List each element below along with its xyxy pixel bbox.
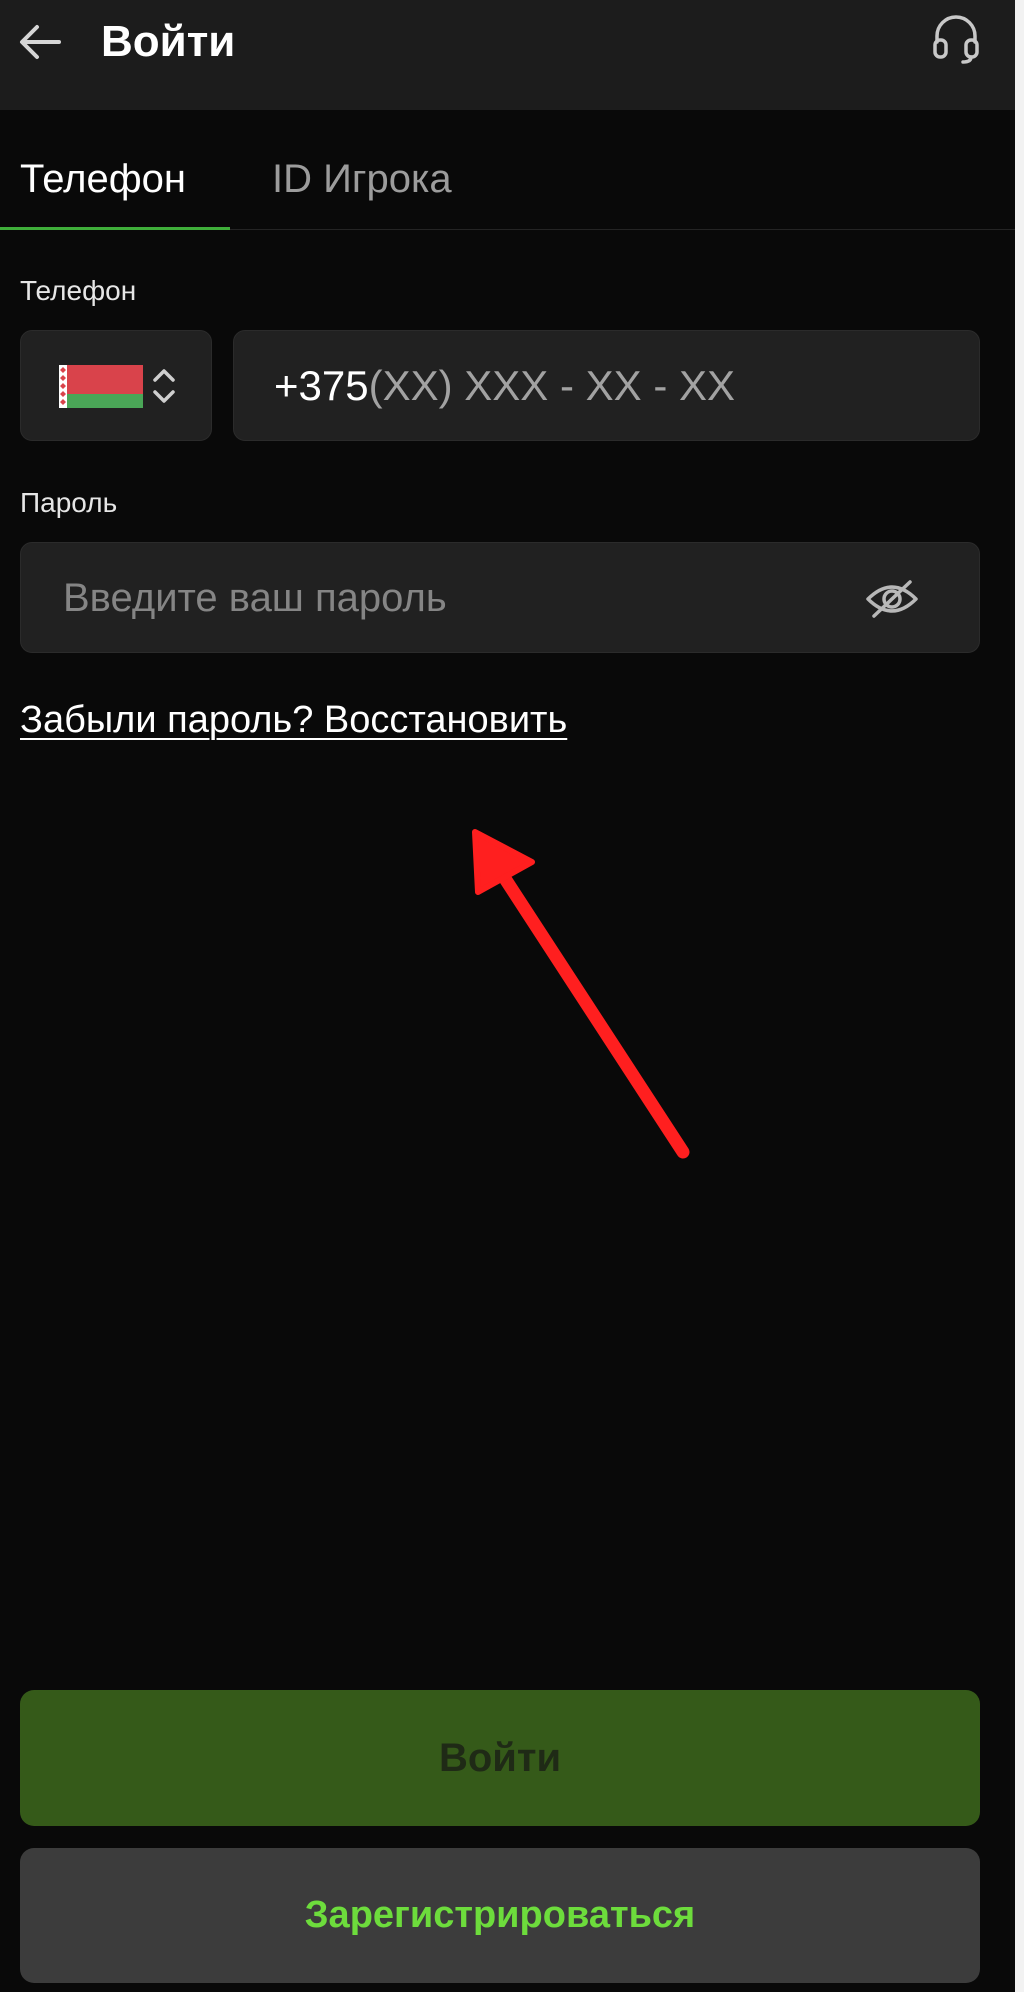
phone-field-label: Телефон [20, 275, 137, 306]
tab-player-id[interactable]: ID Игрока [272, 154, 452, 204]
login-button[interactable]: Войти [20, 1690, 980, 1826]
password-input[interactable]: Введите ваш пароль [20, 542, 980, 653]
page-title: Войти [101, 17, 236, 66]
toggle-password-visibility-button[interactable] [863, 571, 921, 627]
belarus-flag-icon [59, 365, 143, 408]
register-button[interactable]: Зарегистрироваться [20, 1848, 980, 1983]
support-button[interactable] [928, 10, 984, 66]
eye-off-icon [866, 580, 918, 618]
app-header: Войти [0, 0, 1015, 110]
active-tab-indicator [0, 227, 230, 230]
arrow-left-icon [20, 25, 61, 59]
phone-prefix: +375 [274, 361, 369, 409]
forgot-password-link[interactable]: Забыли пароль? Восстановить [20, 696, 567, 744]
country-code-selector[interactable] [20, 330, 212, 441]
tab-phone[interactable]: Телефон [20, 154, 186, 204]
password-field-label: Пароль [20, 487, 118, 518]
headset-icon [933, 15, 979, 64]
back-button[interactable] [14, 16, 66, 68]
phone-number-input[interactable]: +375 (XX) XXX - XX - XX [233, 330, 980, 441]
password-placeholder: Введите ваш пароль [63, 576, 447, 620]
window-edge [1015, 0, 1024, 1992]
phone-mask-placeholder: (XX) XXX - XX - XX [368, 361, 736, 409]
chevron-updown-icon [153, 369, 175, 403]
login-screen: Войти Телефон ID Игрока Телефон +375 (XX)… [0, 0, 1024, 1992]
login-method-tabs: Телефон ID Игрока [0, 110, 1015, 230]
